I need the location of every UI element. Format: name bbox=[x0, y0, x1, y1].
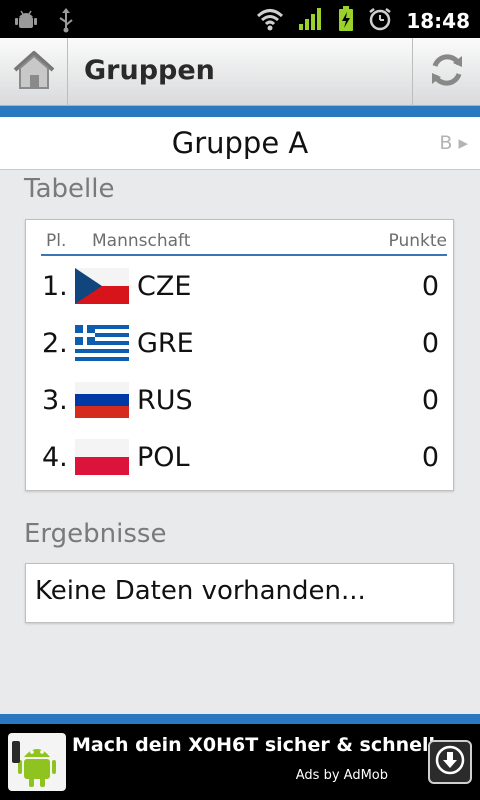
ad-attribution: Ads by AdMob bbox=[295, 768, 388, 783]
greek-flag-icon bbox=[75, 325, 129, 361]
group-title: Gruppe A bbox=[171, 126, 309, 160]
alarm-icon bbox=[368, 7, 392, 35]
group-selector[interactable]: Gruppe A B ▸ bbox=[0, 117, 480, 170]
ad-text[interactable]: Mach dein X0H6T sicher & schnell. bbox=[72, 734, 442, 756]
header-team: Mannschaft bbox=[92, 231, 191, 251]
results-card: Keine Daten vorhanden... bbox=[25, 563, 454, 623]
next-group-button[interactable]: B ▸ bbox=[439, 132, 468, 154]
signal-icon bbox=[298, 7, 324, 35]
czech-flag-icon bbox=[75, 268, 129, 304]
home-icon bbox=[11, 49, 57, 95]
table-heading: Tabelle bbox=[24, 174, 115, 204]
status-bar: 18:48 bbox=[0, 0, 480, 38]
table-row[interactable]: 1. CZE 0 bbox=[26, 258, 453, 315]
row-points: 0 bbox=[421, 271, 439, 302]
polish-flag-icon bbox=[75, 439, 129, 475]
standings-table: Pl. Mannschaft Punkte 1. CZE 0 2. GRE 0 … bbox=[25, 219, 454, 491]
row-place: 3. bbox=[42, 385, 68, 416]
table-header: Pl. Mannschaft Punkte bbox=[41, 229, 447, 256]
row-team: GRE bbox=[137, 328, 194, 359]
wifi-icon bbox=[256, 7, 284, 35]
row-team: RUS bbox=[137, 385, 193, 416]
header-points: Punkte bbox=[388, 231, 447, 251]
table-row[interactable]: 4. POL 0 bbox=[26, 429, 453, 486]
row-place: 4. bbox=[42, 442, 68, 473]
row-points: 0 bbox=[421, 442, 439, 473]
ad-banner[interactable]: Mach dein X0H6T sicher & schnell. Ads by… bbox=[0, 724, 480, 800]
table-row[interactable]: 2. GRE 0 bbox=[26, 315, 453, 372]
row-points: 0 bbox=[421, 328, 439, 359]
ad-accent-strip bbox=[0, 714, 480, 724]
page-title: Gruppen bbox=[84, 55, 215, 86]
accent-strip bbox=[0, 106, 480, 117]
clock-time: 18:48 bbox=[406, 9, 470, 33]
battery-charging-icon bbox=[338, 6, 354, 36]
results-heading: Ergebnisse bbox=[24, 519, 167, 549]
home-button[interactable] bbox=[0, 38, 68, 106]
action-bar: Gruppen bbox=[0, 38, 480, 106]
table-row[interactable]: 3. RUS 0 bbox=[26, 372, 453, 429]
row-team: POL bbox=[137, 442, 190, 473]
empty-message: Keine Daten vorhanden... bbox=[35, 576, 366, 606]
ad-download-button[interactable] bbox=[428, 740, 472, 784]
row-points: 0 bbox=[421, 385, 439, 416]
row-place: 1. bbox=[42, 271, 68, 302]
header-place: Pl. bbox=[46, 231, 67, 251]
refresh-icon bbox=[427, 50, 467, 94]
download-icon bbox=[435, 745, 465, 779]
row-place: 2. bbox=[42, 328, 68, 359]
row-team: CZE bbox=[137, 271, 192, 302]
android-robot-icon bbox=[8, 733, 66, 791]
russian-flag-icon bbox=[75, 382, 129, 418]
android-debug-icon bbox=[14, 8, 38, 36]
refresh-button[interactable] bbox=[412, 38, 480, 106]
usb-icon bbox=[56, 7, 76, 37]
